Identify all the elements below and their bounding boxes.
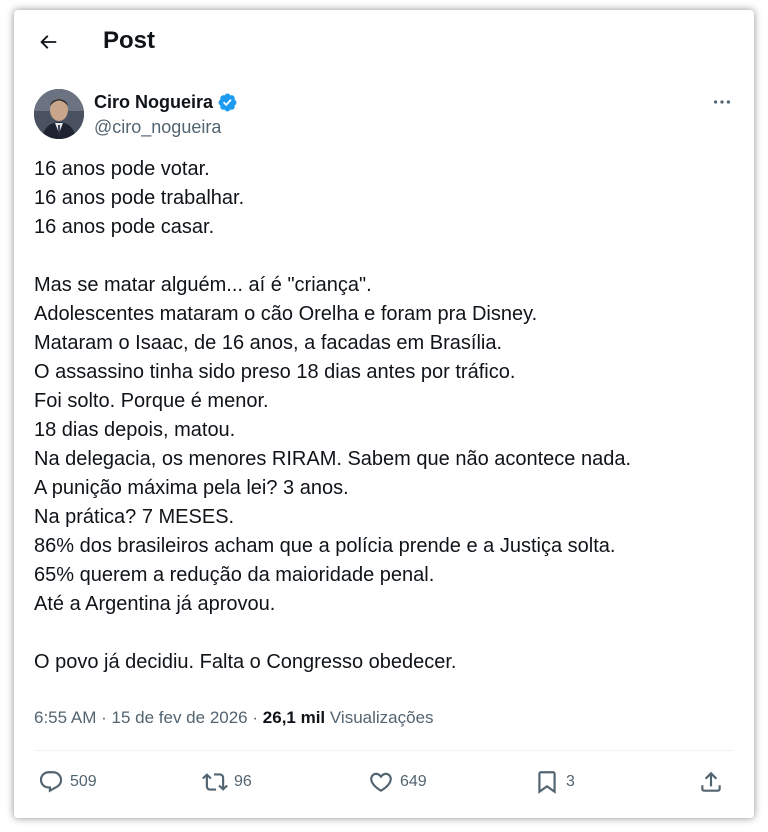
meta-separator: · — [101, 708, 107, 727]
back-button[interactable] — [32, 26, 64, 58]
post-text-line: 65% querem a redução da maioridade penal… — [34, 564, 435, 586]
post-text-line: 16 anos pode trabalhar. — [34, 187, 245, 209]
post-text-line: 16 anos pode casar. — [34, 216, 215, 238]
post-text-line: O povo já decidiu. Falta o Congresso obe… — [34, 651, 457, 673]
views-label: Visualizações — [329, 708, 434, 727]
post-text-line: A punição máxima pela lei? 3 anos. — [34, 477, 349, 499]
like-count: 649 — [400, 773, 427, 790]
post-text-line: Foi solto. Porque é menor. — [34, 390, 269, 412]
views-count: 26,1 mil — [262, 708, 326, 727]
bookmark-count: 3 — [566, 773, 575, 790]
post-text-line: Até a Argentina já aprovou. — [34, 593, 276, 615]
verified-badge-icon[interactable] — [217, 92, 238, 113]
post-text-line: Mas se matar alguém... aí é "criança". — [34, 274, 372, 296]
page-title: Post — [103, 27, 156, 54]
post-text-line: Na prática? 7 MESES. — [34, 506, 235, 528]
reply-icon — [39, 771, 63, 793]
post-header: Post — [14, 10, 754, 74]
like-button[interactable]: 649 — [368, 762, 427, 802]
post-text: 16 anos pode votar. 16 anos pode trabalha… — [34, 155, 739, 677]
reply-count: 509 — [70, 773, 97, 790]
bookmark-icon — [538, 771, 556, 794]
post-time[interactable]: 6:55 AM — [34, 708, 96, 727]
divider — [34, 750, 734, 751]
share-button[interactable] — [698, 762, 724, 802]
post-text-line: Adolescentes mataram o cão Orelha e fora… — [34, 303, 538, 325]
post-text-line: 18 dias depois, matou. — [34, 419, 236, 441]
reply-button[interactable]: 509 — [38, 762, 97, 802]
arrow-left-icon — [40, 35, 57, 49]
post-text-line: O assassino tinha sido preso 18 dias ant… — [34, 361, 516, 383]
author-name[interactable]: Ciro Nogueira — [94, 91, 213, 113]
post-text-line: 86% dos brasileiros acham que a polícia … — [34, 535, 616, 557]
avatar-photo — [34, 89, 84, 139]
post-date[interactable]: 15 de fev de 2026 — [112, 708, 248, 727]
post-card: Post Ciro Nogueira @ciro_nogueira 16 ano… — [14, 10, 754, 818]
more-icon — [713, 100, 731, 104]
action-bar: 509 96 649 3 — [14, 762, 754, 802]
post-meta: 6:55 AM · 15 de fev de 2026 · 26,1 mil V… — [34, 707, 434, 729]
more-options-button[interactable] — [704, 88, 740, 116]
bookmark-button[interactable]: 3 — [534, 762, 575, 802]
author-handle[interactable]: @ciro_nogueira — [94, 116, 221, 138]
meta-separator: · — [252, 708, 259, 727]
repost-icon — [202, 773, 228, 791]
like-icon — [370, 772, 392, 792]
post-text-line: Na delegacia, os menores RIRAM. Sabem qu… — [34, 448, 632, 470]
post-text-line: Mataram o Isaac, de 16 anos, a facadas e… — [34, 332, 503, 354]
share-icon — [701, 771, 721, 792]
repost-count: 96 — [234, 773, 252, 790]
repost-button[interactable]: 96 — [202, 762, 252, 802]
post-text-line: 16 anos pode votar. — [34, 158, 210, 180]
author-name-row: Ciro Nogueira — [94, 90, 238, 114]
avatar[interactable] — [34, 89, 84, 139]
